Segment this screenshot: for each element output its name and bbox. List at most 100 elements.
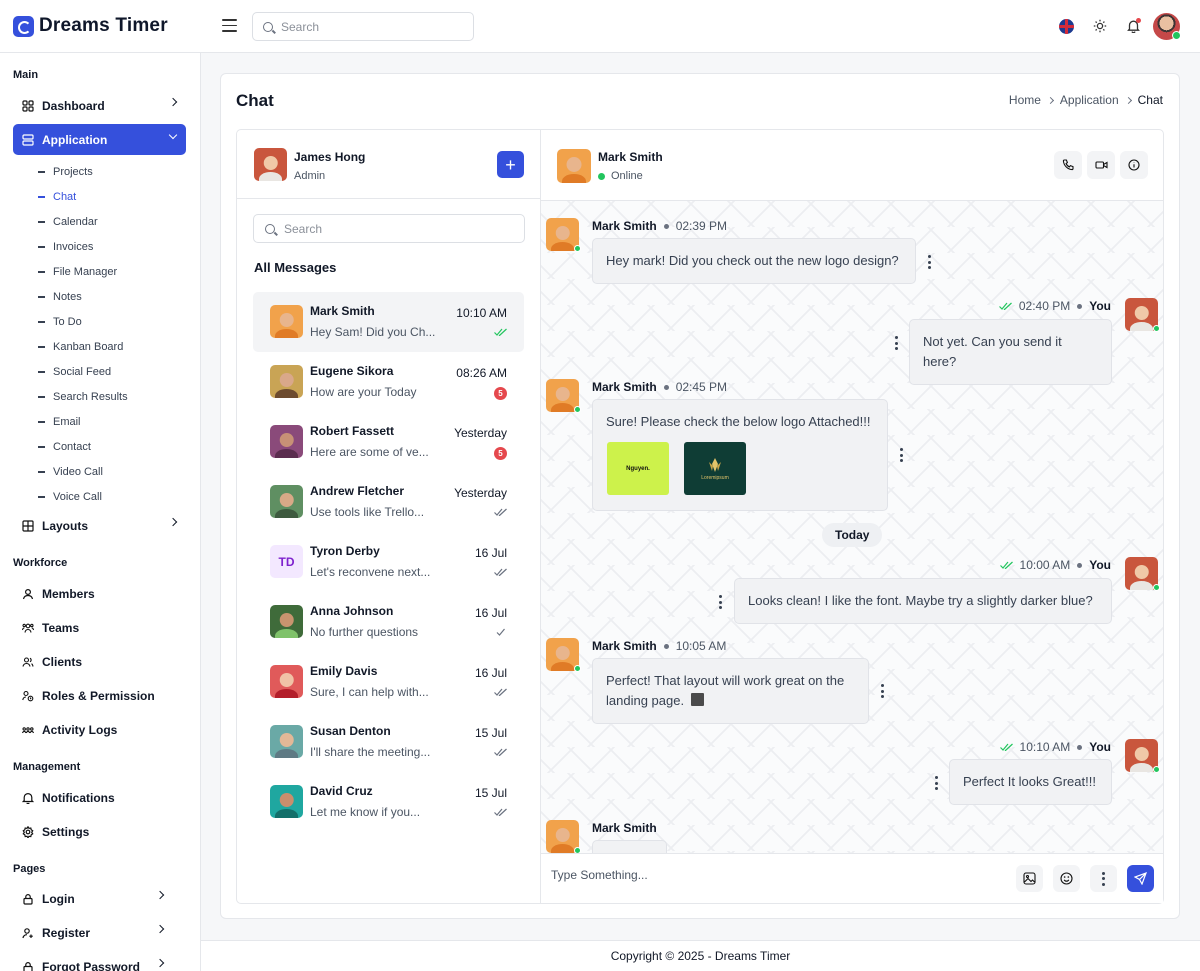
sidebar-sub-kanban[interactable]: Kanban Board (38, 341, 123, 353)
info-icon (1128, 159, 1140, 171)
message-text: Perfect! That layout will work great on … (606, 673, 845, 708)
sidebar-sub-search-results[interactable]: Search Results (38, 391, 128, 403)
logo-leaf-icon (709, 457, 721, 472)
conversation-search[interactable] (253, 214, 525, 243)
sidebar-sub-contact[interactable]: Contact (38, 441, 91, 453)
notification-bell-icon[interactable] (1124, 17, 1142, 35)
online-dot (1153, 325, 1160, 332)
chat-info-button[interactable] (1120, 151, 1148, 179)
attachment-thumbnail[interactable]: Loremipsum (684, 442, 746, 495)
message-text: Sure! Please check the below logo Attach… (606, 414, 871, 429)
chevron-down-icon (168, 130, 178, 140)
message-area[interactable]: Mark Smith 02:39 PM Hey mark! Did you ch… (541, 201, 1163, 853)
sidebar-item-label: Layouts (42, 518, 89, 533)
new-chat-button[interactable]: + (497, 151, 524, 178)
users-icon (22, 656, 34, 668)
message-time: Yesterday (454, 486, 507, 500)
message-input[interactable] (551, 868, 991, 882)
send-button[interactable] (1127, 865, 1154, 892)
section-management-label: Management (13, 761, 81, 773)
more-vertical-icon[interactable] (718, 595, 722, 609)
sidebar-sub-chat[interactable]: Chat (38, 191, 76, 203)
conversation-item[interactable]: Anna Johnson No further questions 16 Jul (253, 592, 524, 652)
sidebar-sub-social-feed[interactable]: Social Feed (38, 366, 111, 378)
conversation-item[interactable]: Susan Denton I'll share the meeting... 1… (253, 712, 524, 772)
sidebar-item-label: Roles & Permission (42, 688, 155, 703)
sender-name: Mark Smith (592, 380, 657, 394)
online-dot (1153, 584, 1160, 591)
language-flag-icon[interactable] (1059, 19, 1074, 34)
sidebar-item-dashboard[interactable]: Dashboard (13, 90, 186, 121)
message-time: 02:40 PM (1018, 299, 1071, 313)
sidebar-sub-todo[interactable]: To Do (38, 316, 82, 328)
sidebar-item-label: Dashboard (42, 98, 105, 113)
contact-name: Andrew Fletcher (310, 484, 405, 498)
sidebar-item-register[interactable]: Register (13, 917, 173, 948)
sidebar-item-notifications[interactable]: Notifications (13, 782, 186, 813)
breadcrumb-home[interactable]: Home (1009, 93, 1041, 107)
sidebar-item-layouts[interactable]: Layouts (13, 510, 186, 541)
sidebar-sub-invoices[interactable]: Invoices (38, 241, 93, 253)
contact-avatar[interactable] (557, 149, 591, 183)
current-user-avatar[interactable] (254, 148, 287, 181)
message-meta: Mark Smith (592, 821, 657, 835)
sidebar-item-login[interactable]: Login (13, 883, 173, 914)
sidebar-sub-projects[interactable]: Projects (38, 166, 93, 178)
sidebar-item-roles[interactable]: Roles & Permission (13, 680, 186, 711)
message-time: Yesterday (454, 426, 507, 440)
more-vertical-icon[interactable] (880, 684, 884, 698)
conversation-item[interactable]: Mark Smith Hey Sam! Did you Ch... 10:10 … (253, 292, 524, 352)
sidebar-sub-video-call[interactable]: Video Call (38, 466, 103, 478)
sidebar-item-members[interactable]: Members (13, 578, 186, 609)
menu-toggle-icon[interactable] (222, 19, 237, 32)
conversation-item[interactable]: Emily Davis Sure, I can help with... 16 … (253, 652, 524, 712)
message-time: 16 Jul (474, 546, 507, 560)
conversation-item[interactable]: Eugene Sikora How are your Today 08:26 A… (253, 352, 524, 412)
bell-icon (22, 792, 34, 804)
lock-icon (22, 893, 34, 905)
conversation-item[interactable]: David Cruz Let me know if you... 15 Jul (253, 772, 524, 832)
voice-call-button[interactable] (1054, 151, 1082, 179)
image-icon (1023, 872, 1036, 885)
lock-icon (22, 961, 34, 971)
sidebar-sub-voice-call[interactable]: Voice Call (38, 491, 102, 503)
top-search-input[interactable] (281, 19, 451, 34)
delivered-ticks-icon (494, 688, 507, 696)
top-search[interactable] (252, 12, 474, 41)
sidebar-item-activity-logs[interactable]: Activity Logs (13, 714, 186, 745)
sidebar-sub-file-manager[interactable]: File Manager (38, 266, 117, 278)
more-options-button[interactable] (1090, 865, 1117, 892)
attach-image-button[interactable] (1016, 865, 1043, 892)
video-call-button[interactable] (1087, 151, 1115, 179)
sidebar-item-teams[interactable]: Teams (13, 612, 186, 643)
sidebar-sub-email[interactable]: Email (38, 416, 81, 428)
sidebar-item-label: Activity Logs (42, 722, 118, 737)
copyright-text: Copyright © 2025 - Dreams Timer (610, 949, 791, 963)
attachment-thumbnail[interactable]: Nguyen. (607, 442, 669, 495)
chevron-right-icon (1046, 96, 1054, 104)
conversation-item[interactable]: Robert Fassett Here are some of ve... Ye… (253, 412, 524, 472)
emoji-button[interactable] (1053, 865, 1080, 892)
sidebar-item-application[interactable]: Application (13, 124, 186, 155)
app-logo[interactable]: Dreams Timer (13, 15, 168, 37)
sidebar-item-settings[interactable]: Settings (13, 816, 186, 847)
more-vertical-icon[interactable] (899, 448, 903, 462)
sidebar-sub-notes[interactable]: Notes (38, 291, 82, 303)
message-preview: I'll share the meeting... (310, 745, 431, 759)
sidebar-item-clients[interactable]: Clients (13, 646, 186, 677)
all-messages-heading: All Messages (254, 260, 337, 275)
sidebar-item-label: Members (42, 586, 95, 601)
theme-toggle-icon[interactable] (1091, 17, 1109, 35)
online-status-dot (598, 172, 605, 180)
sidebar-item-forgot-password[interactable]: Forgot Password (13, 951, 173, 971)
conversation-item[interactable]: Andrew Fletcher Use tools like Trello...… (253, 472, 524, 532)
sidebar-sub-calendar[interactable]: Calendar (38, 216, 98, 228)
conversation-search-input[interactable] (284, 221, 454, 236)
more-vertical-icon[interactable] (894, 336, 898, 350)
conversation-item[interactable]: TD Tyron Derby Let's reconvene next... 1… (253, 532, 524, 592)
breadcrumb-application[interactable]: Application (1060, 93, 1119, 107)
chevron-right-icon (168, 517, 178, 527)
more-vertical-icon[interactable] (934, 776, 938, 790)
more-vertical-icon[interactable] (927, 255, 931, 269)
user-avatar[interactable] (1153, 13, 1181, 40)
